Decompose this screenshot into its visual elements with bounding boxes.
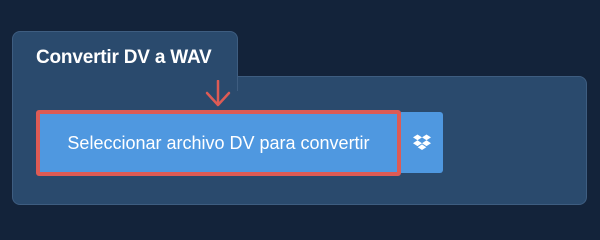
dropbox-icon (413, 134, 431, 150)
select-file-button[interactable]: Seleccionar archivo DV para convertir (36, 110, 401, 176)
tab-title: Convertir DV a WAV (36, 47, 212, 68)
arrow-down-icon (205, 80, 231, 107)
select-file-button-label: Seleccionar archivo DV para convertir (67, 132, 370, 153)
dropbox-button[interactable] (401, 112, 443, 173)
